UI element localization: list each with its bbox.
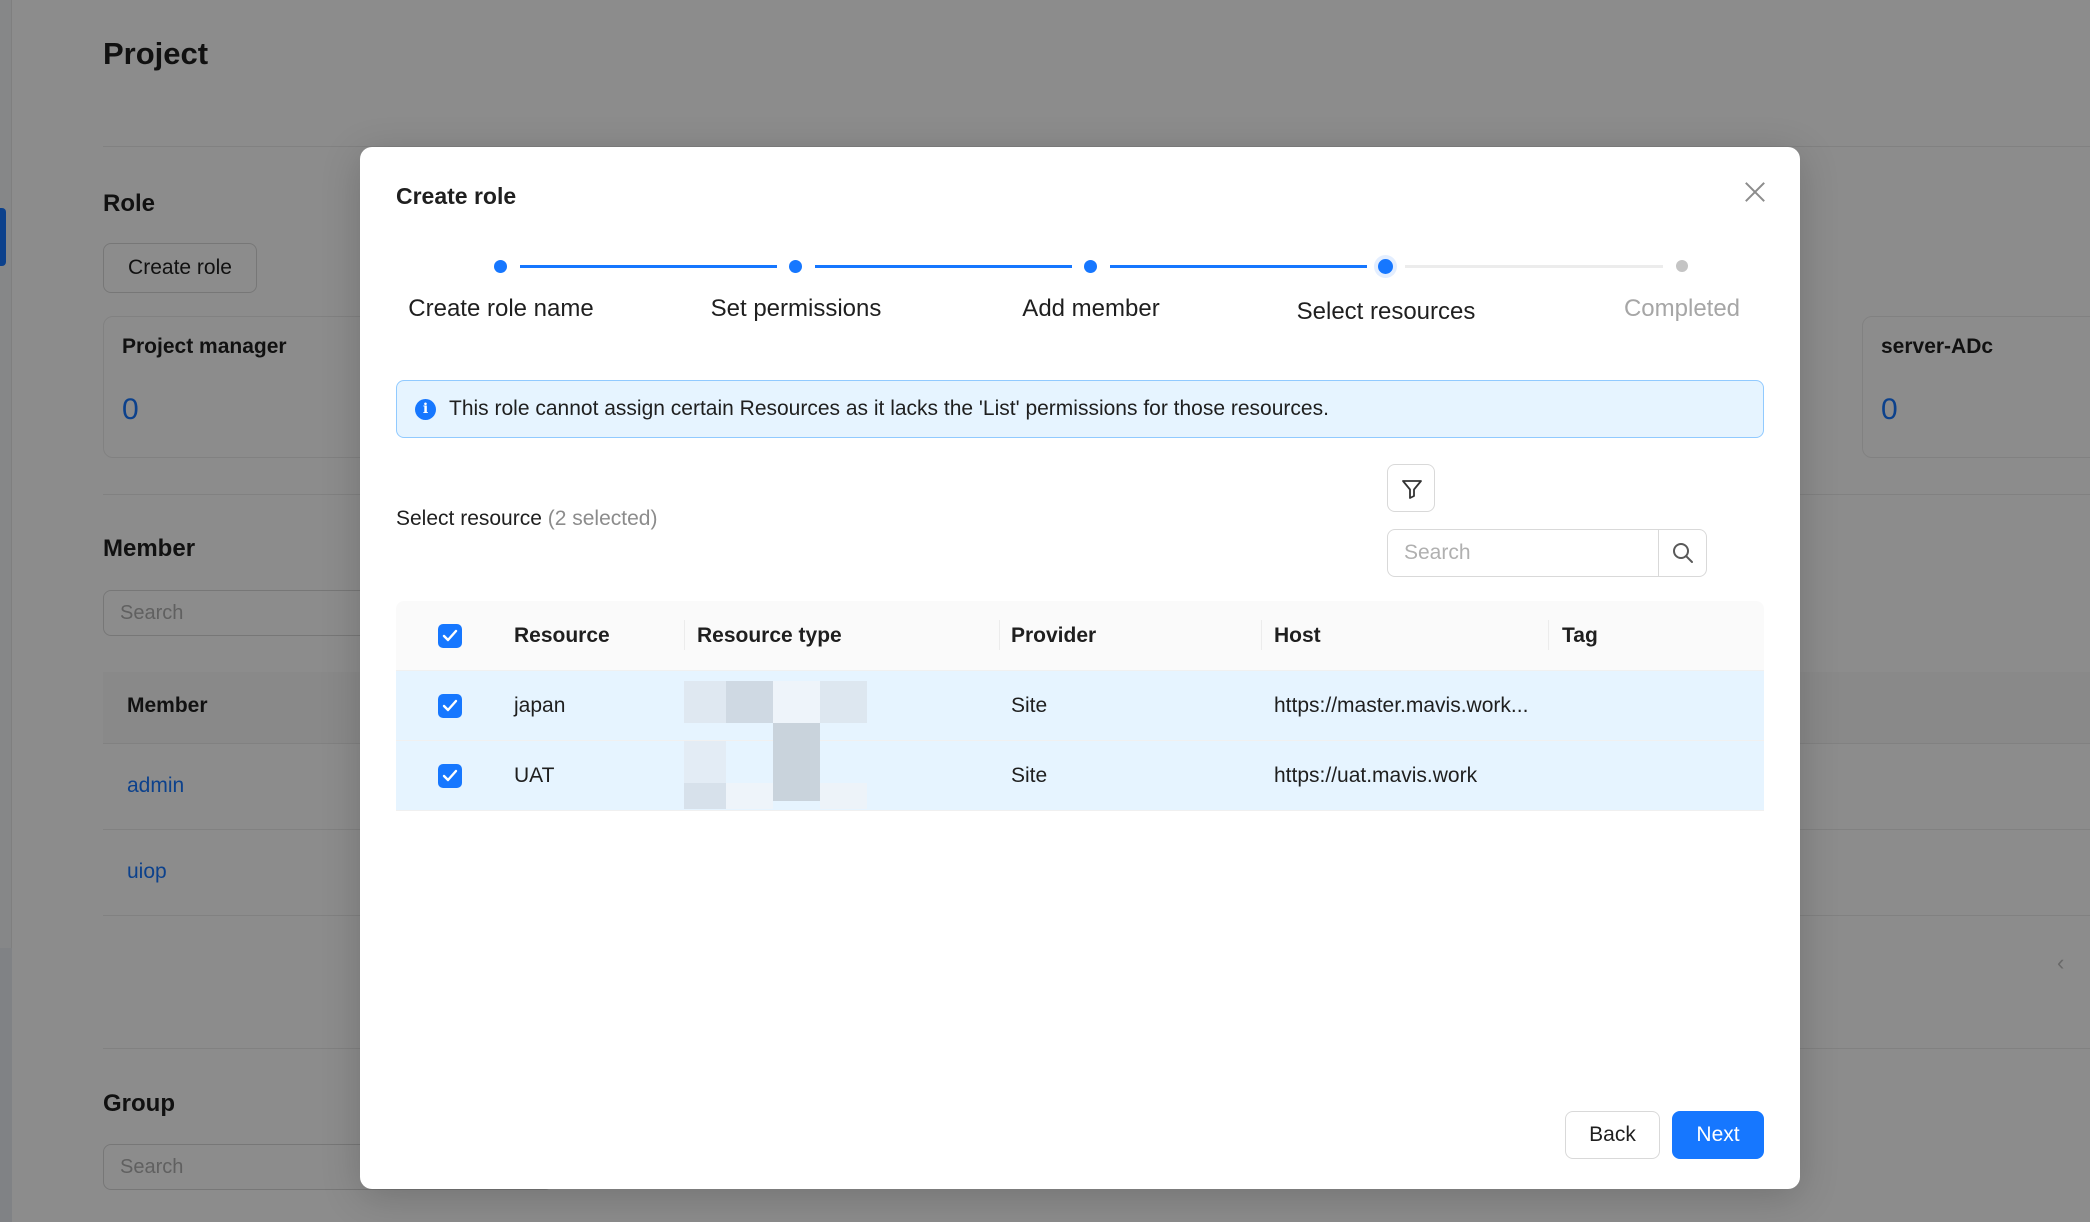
select-resource-title: Select resource	[396, 507, 542, 530]
step-label-create-role-name: Create role name	[408, 295, 594, 322]
resource-search	[1387, 529, 1707, 577]
column-separator	[1261, 620, 1262, 650]
step-connector	[815, 265, 1072, 268]
column-header-resource-type: Resource type	[697, 624, 842, 647]
table-row[interactable]: UAT Site https://uat.mavis.work	[396, 723, 1764, 811]
resource-table: Resource Resource type Provider Host Tag…	[396, 601, 1764, 811]
step-dot-current	[1378, 259, 1393, 274]
create-role-modal: Create role Create role name Set permiss…	[360, 147, 1800, 1189]
column-separator	[999, 620, 1000, 650]
search-button[interactable]	[1658, 530, 1706, 576]
step-dot	[1084, 260, 1097, 273]
select-all-checkbox[interactable]	[438, 624, 462, 648]
step-dot	[494, 260, 507, 273]
cell-host: https://master.mavis.work...	[1274, 694, 1529, 717]
column-header-host: Host	[1274, 624, 1321, 647]
check-icon	[442, 699, 458, 712]
step-connector	[1110, 265, 1367, 268]
select-resource-label: Select resource (2 selected)	[396, 507, 657, 531]
cell-host: https://uat.mavis.work	[1274, 764, 1478, 787]
step-label-add-member: Add member	[1022, 295, 1160, 322]
column-header-tag: Tag	[1562, 624, 1598, 647]
row-checkbox[interactable]	[438, 694, 462, 718]
back-button[interactable]: Back	[1565, 1111, 1660, 1159]
step-label-set-permissions: Set permissions	[710, 295, 882, 322]
step-label-completed: Completed	[1623, 295, 1741, 322]
info-icon: i	[415, 399, 436, 420]
step-label-select-resources: Select resources	[1296, 298, 1476, 325]
step-connector	[520, 265, 777, 268]
filter-button[interactable]	[1387, 464, 1435, 512]
cell-resource: UAT	[514, 764, 555, 787]
steps-progress: Create role name Set permissions Add mem…	[360, 147, 1800, 347]
resource-search-input[interactable]	[1388, 530, 1652, 576]
permission-alert: i This role cannot assign certain Resour…	[396, 380, 1764, 438]
filter-icon	[1402, 480, 1422, 499]
column-header-resource: Resource	[514, 624, 610, 647]
column-separator	[1548, 620, 1549, 650]
search-icon	[1673, 543, 1693, 563]
check-icon	[442, 769, 458, 782]
table-row[interactable]: japan Site https://master.mavis.work...	[396, 671, 1764, 741]
step-dot-pending	[1676, 260, 1688, 272]
next-button[interactable]: Next	[1672, 1111, 1764, 1159]
step-connector	[1405, 265, 1663, 268]
check-icon	[442, 629, 458, 642]
alert-text: This role cannot assign certain Resource…	[449, 397, 1329, 420]
column-separator	[684, 620, 685, 650]
step-dot	[789, 260, 802, 273]
row-checkbox[interactable]	[438, 764, 462, 788]
selected-count: (2 selected)	[547, 507, 658, 530]
cell-provider: Site	[1011, 764, 1048, 787]
cell-resource: japan	[514, 694, 566, 717]
cell-provider: Site	[1011, 694, 1048, 717]
table-header: Resource Resource type Provider Host Tag	[396, 601, 1764, 671]
column-header-provider: Provider	[1011, 624, 1097, 647]
